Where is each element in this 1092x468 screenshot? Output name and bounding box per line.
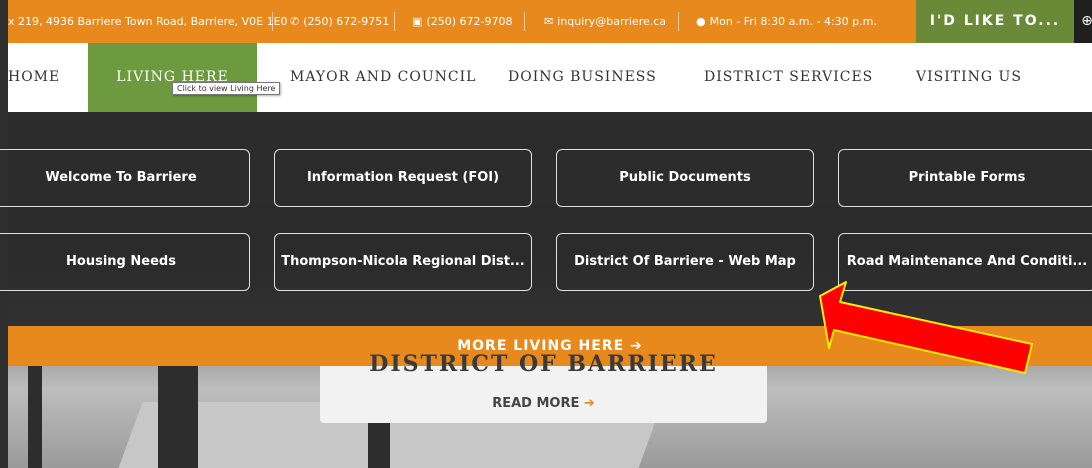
annotation-arrow [819,281,1033,374]
red-arrow-icon [819,281,1033,374]
